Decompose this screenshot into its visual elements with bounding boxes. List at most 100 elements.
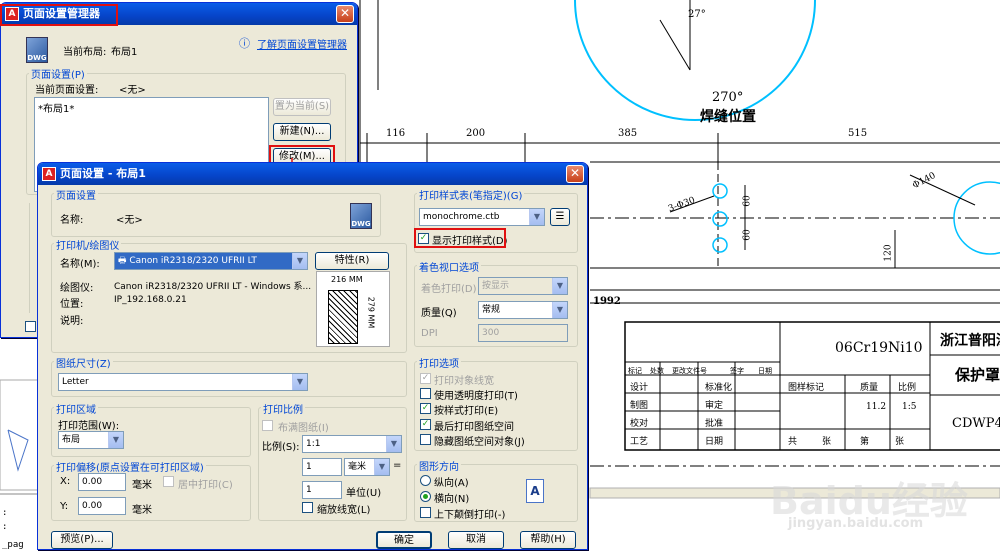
cad-tb-cell: 审定 [705,401,724,411]
cad-dim: 515 [848,128,868,139]
cad-tb-cell: 签字 [730,367,744,375]
plotter-group-label: 打印机/绘图仪 [54,237,122,252]
chevron-down-icon[interactable]: ▼ [386,436,401,452]
cmd-line: : [2,522,8,532]
info-icon: ⓘ [239,37,250,50]
center-plot-label: 居中打印(C) [178,480,233,491]
cad-dim: 116 [386,128,406,139]
plot-lineweights-checkbox[interactable]: ✓ [420,373,431,384]
current-layout-label: 当前布局: [63,47,107,58]
page-setup-titlebar[interactable]: A 页面设置 - 布局1 ✕ [38,163,587,185]
watermark-url: jingyan.baidu.com [788,516,924,531]
list-item[interactable]: *布局1* [38,100,74,115]
portrait-radio[interactable] [420,475,431,486]
quality-select[interactable]: 常规 ▼ [478,301,568,319]
where-value: IP_192.168.0.21 [114,295,187,305]
cad-tb-cell: 质量 [860,383,879,393]
unit-label: 单位(U) [346,488,382,499]
paper-size-select[interactable]: Letter ▼ [58,373,308,391]
dwg-file-icon: DWG [26,37,48,63]
scale-lineweights-checkbox[interactable] [302,502,313,513]
quality-label: 质量(Q) [421,308,457,319]
scale-label: 比例(S): [262,442,300,453]
cad-dim: 60 [742,195,753,207]
edit-style-icon: ☰ [555,211,565,222]
plotter-label: 绘图仪: [60,283,94,294]
x-offset-input[interactable]: 0.00 [78,473,126,491]
scale-denominator-input[interactable]: 1 [302,481,342,499]
y-offset-input[interactable]: 0.00 [78,497,126,515]
fit-to-paper-label: 布满图纸(I) [278,423,329,434]
chevron-down-icon[interactable]: ▼ [552,302,567,318]
x-offset-unit: 毫米 [132,480,152,491]
dpi-input[interactable]: 300 [478,324,568,342]
hide-paperspace-objects-label: 隐藏图纸空间对象(J) [434,437,525,448]
set-current-button[interactable]: 置为当前(S) [273,98,331,116]
page-setup-title: 页面设置 - 布局1 [60,167,146,180]
ok-button[interactable]: 确定 [376,531,432,549]
cmd-line: _pag [2,540,24,550]
plot-area-group-label: 打印区域 [54,401,98,416]
landscape-radio[interactable] [420,491,431,502]
scale-lineweights-label: 缩放线宽(L) [317,505,371,516]
upside-down-checkbox[interactable] [420,507,431,518]
plot-paperspace-last-checkbox[interactable]: ✓ [420,419,431,430]
cad-tb-cell: 比例 [898,383,917,393]
plotter-name-label: 名称(M): [60,259,100,270]
dpi-label: DPI [421,328,438,339]
chevron-down-icon[interactable]: ▼ [108,432,123,448]
fit-to-paper-checkbox[interactable] [262,420,273,431]
cad-part: 保护罩简 [955,366,1000,384]
scale-numerator-input[interactable]: 1 [302,458,342,476]
name-value: <无> [116,215,143,226]
edit-style-button[interactable]: ☰ [550,208,570,226]
close-button[interactable]: ✕ [566,165,584,183]
scale-unit-select[interactable]: 毫米 ▼ [344,458,390,476]
help-link[interactable]: 了解页面设置管理器 [257,36,347,51]
cad-tb-cell: 日期 [758,367,772,375]
quality-value: 常规 [482,305,501,315]
cad-tb-cell: 校对 [630,419,649,429]
chevron-down-icon[interactable]: ▼ [292,253,307,269]
center-plot-checkbox[interactable] [163,476,174,487]
upside-down-label: 上下颠倒打印(-) [434,510,506,521]
highlight-box [0,4,118,26]
properties-button[interactable]: 特性(R) [315,252,389,270]
scale-unit-value: 毫米 [348,462,367,472]
chevron-down-icon[interactable]: ▼ [292,374,307,390]
cad-tb-cell: 张 [895,437,905,447]
preview-button[interactable]: 预览(P)... [51,531,113,549]
cad-tb-cell: 1:5 [902,402,917,412]
cad-dim: 1992 [593,296,621,307]
plot-options-group-label: 打印选项 [417,355,461,370]
plot-transparency-checkbox[interactable] [420,388,431,399]
chevron-down-icon[interactable]: ▼ [374,459,389,475]
help-button[interactable]: 帮助(H) [520,531,576,549]
paper-size-group-label: 图纸尺寸(Z) [54,355,113,370]
cancel-button[interactable]: 取消 [448,531,504,549]
close-button[interactable]: ✕ [336,5,354,23]
cad-tb-cell: 11.2 [866,402,887,412]
chevron-down-icon[interactable]: ▼ [529,209,544,225]
checkbox[interactable] [25,321,36,332]
chevron-down-icon[interactable]: ▼ [552,278,567,294]
new-button[interactable]: 新建(N)... [273,123,331,141]
plot-with-styles-checkbox[interactable]: ✓ [420,403,431,414]
page-setup-group [51,193,381,237]
cad-tb-cell: 张 [822,437,832,447]
range-select[interactable]: 布局 ▼ [58,431,124,449]
shade-plot-select[interactable]: 按显示 ▼ [478,277,568,295]
cad-tb-cell: 第 [860,437,870,447]
hide-paperspace-objects-checkbox[interactable] [420,434,431,445]
plot-paperspace-last-label: 最后打印图纸空间 [434,422,514,433]
current-setup-label: 当前页面设置: [35,85,99,96]
description-label: 说明: [60,316,84,327]
shade-plot-label: 着色打印(D) [421,284,477,295]
plot-lineweights-label: 打印对象线宽 [434,376,494,387]
cad-tb-cell: 处数 [650,367,664,375]
scale-select[interactable]: 1:1 ▼ [302,435,402,453]
paper-size-value: Letter [62,377,89,387]
plotter-select[interactable]: 🖶 Canon iR2318/2320 UFRII LT ▼ [114,252,308,270]
plot-style-select[interactable]: monochrome.ctb ▼ [419,208,545,226]
cad-tb-cell: 图样标记 [788,383,825,393]
